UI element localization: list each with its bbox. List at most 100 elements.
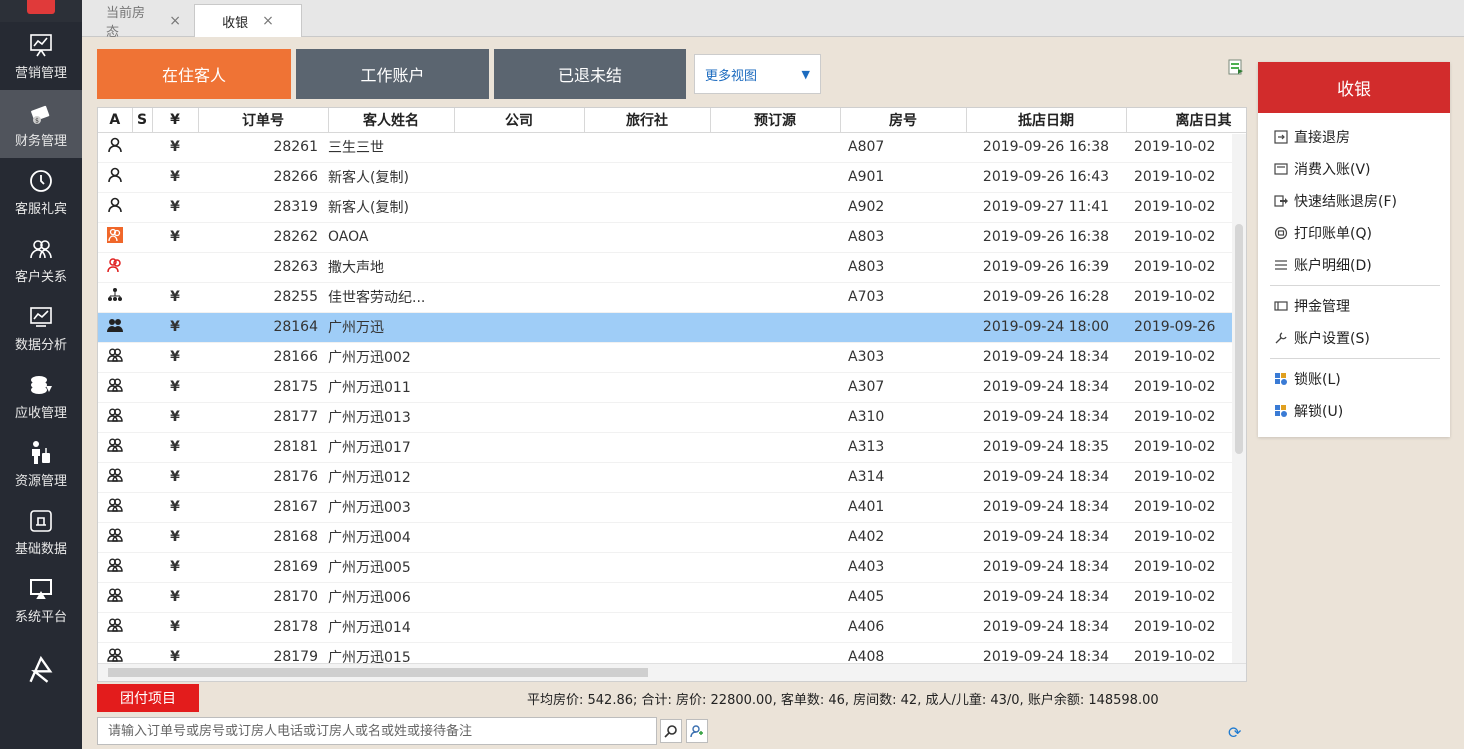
depart-date-cell: 2019-10-02 — [1126, 252, 1246, 283]
col-order-header[interactable]: 订单号 — [198, 108, 329, 133]
nav-item-extra[interactable] — [0, 634, 82, 710]
table-row[interactable]: ¥28255 佳世客劳动纪... A703 2019-09-26 16:28 2019-… — [98, 282, 1246, 313]
table-row[interactable]: ¥28175 广州万迅011 A307 2019-09-24 18:34 2019-10… — [98, 372, 1246, 403]
depart-date-cell: 2019-10-02 — [1126, 402, 1246, 433]
menu-print-bill[interactable]: 打印账单(Q) — [1258, 217, 1450, 249]
company-cell — [454, 192, 584, 223]
menu-lock-account[interactable]: 锁账(L) — [1258, 363, 1450, 395]
nav-item-receivables[interactable]: 应收管理 — [0, 362, 82, 430]
depart-date-cell: 2019-10-02 — [1126, 612, 1246, 643]
table-row[interactable]: ¥28319 新客人(复制) A902 2019-09-27 11:41 2019-10… — [98, 192, 1246, 223]
order-number-cell: 28266 — [198, 162, 328, 193]
view-checked-out-button[interactable]: 已退未结 — [494, 49, 686, 99]
status-cell — [132, 342, 152, 373]
col-company-header[interactable]: 公司 — [454, 108, 585, 133]
guest-name-cell: 广州万迅004 — [328, 522, 454, 553]
view-in-house-button[interactable]: 在住客人 — [97, 49, 291, 99]
table-row[interactable]: ¥28167 广州万迅003 A401 2019-09-24 18:34 2019-10… — [98, 492, 1246, 523]
col-arrive-header[interactable]: 抵店日期 — [966, 108, 1127, 133]
payment-cell: ¥ — [152, 612, 198, 643]
group-filled-icon — [107, 319, 123, 337]
nav-label: 财务管理 — [14, 133, 67, 149]
view-work-account-button[interactable]: 工作账户 — [296, 49, 489, 99]
menu-label: 解锁(U) — [1294, 404, 1344, 420]
col-agency-header[interactable]: 旅行社 — [584, 108, 711, 133]
group-payment-button[interactable]: 团付项目 — [97, 684, 199, 712]
table-row[interactable]: ¥28177 广州万迅013 A310 2019-09-24 18:34 2019-10… — [98, 402, 1246, 433]
table-row[interactable]: ¥28181 广州万迅017 A313 2019-09-24 18:35 2019-10… — [98, 432, 1246, 463]
menu-direct-checkout[interactable]: 直接退房 — [1258, 121, 1450, 153]
status-cell — [132, 132, 152, 163]
group-icon — [107, 618, 123, 637]
company-cell — [454, 402, 584, 433]
menu-unlock-account[interactable]: 解锁(U) — [1258, 395, 1450, 427]
unlock-icon — [1275, 405, 1287, 417]
search-input[interactable] — [98, 718, 656, 744]
table-row[interactable]: ¥28261 三生三世 A807 2019-09-26 16:38 2019-10-02 — [98, 132, 1246, 163]
nav-item-marketing[interactable]: 营销管理 — [0, 22, 82, 90]
person-orange-icon — [107, 227, 123, 247]
table-row[interactable]: ¥28178 广州万迅014 A406 2019-09-24 18:34 2019-10… — [98, 612, 1246, 643]
company-cell — [454, 462, 584, 493]
refresh-icon[interactable]: ⟳ — [1228, 723, 1241, 742]
guest-type-cell — [98, 582, 132, 613]
col-s-header[interactable]: S — [132, 108, 153, 133]
status-cell — [132, 372, 152, 403]
menu-post-charge[interactable]: 消费入账(V) — [1258, 153, 1450, 185]
tab-cashier[interactable]: 收银 × — [194, 4, 302, 37]
col-depart-header[interactable]: 离店日其 — [1126, 108, 1246, 133]
source-cell — [710, 582, 840, 613]
payment-cell: ¥ — [152, 582, 198, 613]
nav-item-finance[interactable]: $ 财务管理 — [0, 90, 82, 158]
table-row[interactable]: ¥28262 OAOA A803 2019-09-26 16:38 2019-10-02 — [98, 222, 1246, 253]
table-row[interactable]: ¥28168 广州万迅004 A402 2019-09-24 18:34 2019-10… — [98, 522, 1246, 553]
guest-name-cell: 佳世客劳动纪... — [328, 282, 454, 313]
col-room-header[interactable]: 房号 — [840, 108, 967, 133]
menu-account-detail[interactable]: 账户明细(D) — [1258, 249, 1450, 281]
nav-item-crm[interactable]: 客户关系 — [0, 226, 82, 294]
table-row[interactable]: ¥28164 广州万迅 2019-09-24 18:00 2019-09-26 — [98, 312, 1246, 343]
search-box[interactable] — [97, 717, 657, 745]
nav-item-basedata[interactable]: 基础数据 — [0, 498, 82, 566]
table-row[interactable]: ¥28169 广州万迅005 A403 2019-09-24 18:34 2019-10… — [98, 552, 1246, 583]
close-icon[interactable]: × — [169, 13, 181, 29]
nav-item-system[interactable]: 系统平台 — [0, 566, 82, 634]
col-yuan-header[interactable]: ¥ — [152, 108, 199, 133]
menu-account-settings[interactable]: 账户设置(S) — [1258, 322, 1450, 354]
advanced-search-button[interactable] — [686, 719, 708, 743]
menu-label: 押金管理 — [1294, 299, 1350, 315]
agency-cell — [584, 462, 710, 493]
database-icon — [30, 509, 52, 532]
guest-type-cell — [98, 462, 132, 493]
table-row[interactable]: ¥28266 新客人(复制) A901 2019-09-26 16:43 2019-10… — [98, 162, 1246, 193]
more-views-select[interactable]: 更多视图 ▼ — [694, 54, 821, 94]
export-excel-icon[interactable] — [1228, 59, 1244, 75]
table-row[interactable]: ¥28176 广州万迅012 A314 2019-09-24 18:34 2019-10… — [98, 462, 1246, 493]
scrollbar-thumb[interactable] — [108, 668, 648, 677]
depart-date-cell: 2019-10-02 — [1126, 372, 1246, 403]
nav-item-resources[interactable]: 资源管理 — [0, 430, 82, 498]
nav-item-analytics[interactable]: 数据分析 — [0, 294, 82, 362]
vertical-scrollbar[interactable] — [1232, 134, 1246, 664]
more-views-label: 更多视图 — [705, 68, 758, 84]
group-icon — [107, 498, 123, 517]
room-number-cell — [840, 312, 966, 343]
table-row[interactable]: 28263 撒大声地 A803 2019-09-26 16:39 2019-10-02 — [98, 252, 1246, 283]
payment-cell: ¥ — [152, 282, 198, 313]
col-guest-header[interactable]: 客人姓名 — [328, 108, 455, 133]
table-row[interactable]: ¥28170 广州万迅006 A405 2019-09-24 18:34 2019-10… — [98, 582, 1246, 613]
horizontal-scrollbar[interactable] — [98, 663, 1246, 681]
menu-deposit[interactable]: 押金管理 — [1258, 290, 1450, 322]
table-row[interactable]: ¥28166 广州万迅002 A303 2019-09-24 18:34 2019-10… — [98, 342, 1246, 373]
scrollbar-thumb[interactable] — [1235, 224, 1243, 454]
order-number-cell: 28176 — [198, 462, 328, 493]
col-a-header[interactable]: A — [98, 108, 133, 133]
tab-room-status[interactable]: 当前房态 × — [96, 4, 191, 40]
search-button[interactable] — [660, 719, 682, 743]
close-icon[interactable]: × — [262, 13, 274, 29]
nav-item-service[interactable]: 客服礼宾 — [0, 158, 82, 226]
nav-label: 基础数据 — [14, 541, 67, 557]
menu-quick-checkout[interactable]: 快速结账退房(F) — [1258, 185, 1450, 217]
col-source-header[interactable]: 预订源 — [710, 108, 841, 133]
status-cell — [132, 192, 152, 223]
